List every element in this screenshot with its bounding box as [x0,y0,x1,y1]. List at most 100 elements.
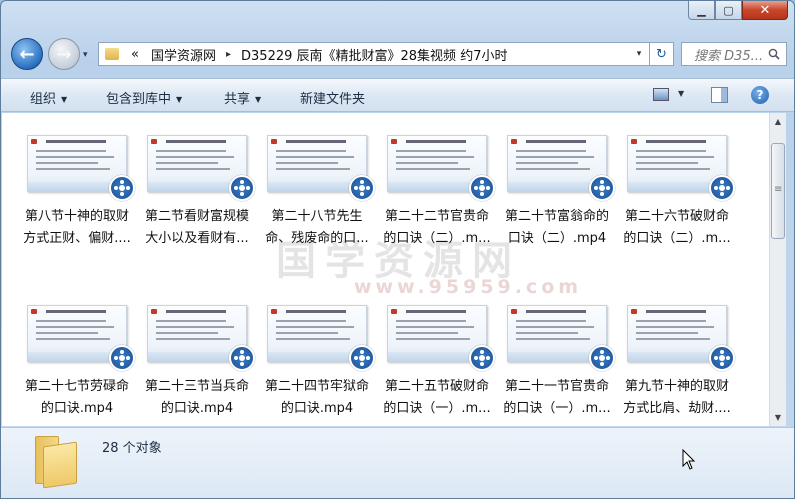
chevron-down-icon: ▼ [176,95,183,104]
file-item[interactable]: 第二十二节官贵命 的口诀（二）.m... [377,125,497,275]
preview-pane-icon[interactable] [711,87,728,103]
film-reel-icon [469,345,495,371]
share-menu[interactable]: 共享 ▼ [224,88,261,107]
film-reel-icon [709,175,735,201]
file-name: 第二十六节破财命 的口诀（二）.m... [617,206,737,250]
file-name-line: 第二十八节先生 [271,209,363,224]
file-item[interactable]: 第二十五节破财命 的口诀（一）.m... [377,295,497,426]
navigation-bar: ← → ▾ « 国学资源网 ▸ D35229 辰南《精批财富》28集视频 约7小… [1,34,794,74]
maximize-button[interactable]: ▢ [715,1,742,20]
file-name-line: 第九节十神的取财 [624,379,729,394]
new-folder-button[interactable]: 新建文件夹 [300,88,365,107]
change-view-icon[interactable] [653,88,669,101]
file-name: 第二节看财富规模 大小以及看财有... [137,206,257,250]
file-name-line: 第二十节富翁命的 [504,209,609,224]
organize-menu[interactable]: 组织 ▼ [30,88,67,107]
file-name-line: 方式比肩、劫财.... [623,401,731,416]
scroll-down-icon[interactable]: ▼ [770,409,786,426]
address-dropdown[interactable]: ▾ [630,43,648,65]
film-reel-icon [589,175,615,201]
file-name-line: 命、残废命的口... [265,231,369,246]
organize-label: 组织 [30,92,57,107]
file-name-line: 方式正财、偏财.... [23,231,131,246]
scroll-thumb[interactable] [771,143,785,239]
file-name-line: 口诀（二）.mp4 [507,231,607,246]
file-item[interactable]: 第二十四节牢狱命 的口诀.mp4 [257,295,377,426]
file-name-line: 的口诀（一）.m... [383,401,491,416]
file-name-line: 第二十七节劳碌命 [24,379,129,394]
film-reel-icon [469,175,495,201]
file-name-line: 第二十六节破财命 [624,209,729,224]
include-in-library-label: 包含到库中 [106,92,172,107]
folder-icon [105,48,119,60]
file-name-line: 第二十三节当兵命 [144,379,249,394]
search-input[interactable]: 搜索 D35... [681,42,787,66]
file-name: 第九节十神的取财 方式比肩、劫财.... [617,376,737,420]
film-reel-icon [709,345,735,371]
file-name-line: 第二十一节官贵命 [504,379,609,394]
film-reel-icon [349,175,375,201]
help-button[interactable]: ? [751,86,769,104]
file-name-line: 第八节十神的取财 [24,209,129,224]
address-bar[interactable]: « 国学资源网 ▸ D35229 辰南《精批财富》28集视频 约7小时 [98,42,650,66]
file-list[interactable]: 国学资源网 www.95959.com 第八节十神的取财 方式正财、偏财.... 第… [2,113,769,426]
file-name: 第二十一节官贵命 的口诀（一）.m... [497,376,617,420]
file-name-line: 第二十二节官贵命 [384,209,489,224]
details-pane: 28 个对象 [1,427,794,498]
search-icon [768,48,780,60]
file-name-line: 的口诀.mp4 [280,401,354,416]
file-name: 第二十四节牢狱命 的口诀.mp4 [257,376,377,420]
file-name: 第二十五节破财命 的口诀（一）.m... [377,376,497,420]
file-name-line: 的口诀（二）.m... [383,231,491,246]
refresh-button[interactable]: ↻ [650,42,674,66]
film-reel-icon [589,345,615,371]
file-name-line: 的口诀（二）.m... [623,231,731,246]
breadcrumb-separator[interactable]: ▸ [222,49,235,60]
file-item[interactable]: 第二十节富翁命的 口诀（二）.mp4 [497,125,617,275]
file-name-line: 的口诀.mp4 [40,401,114,416]
scroll-up-icon[interactable]: ▲ [770,113,786,130]
breadcrumb-item[interactable]: 国学资源网 [145,45,222,64]
close-button[interactable]: ✕ [742,1,788,20]
file-item[interactable]: 第八节十神的取财 方式正财、偏财.... [17,125,137,275]
file-item[interactable]: 第二十七节劳碌命 的口诀.mp4 [17,295,137,426]
file-item[interactable]: 第二十八节先生 命、残废命的口... [257,125,377,275]
film-reel-icon [109,345,135,371]
file-name-line: 第二十五节破财命 [384,379,489,394]
film-reel-icon [229,175,255,201]
folder-icon [35,436,79,489]
breadcrumb-overflow[interactable]: « [125,47,145,62]
breadcrumb-item[interactable]: D35229 辰南《精批财富》28集视频 约7小时 [235,45,513,64]
explorer-window: ▁ ▢ ✕ ← → ▾ « 国学资源网 ▸ D35229 辰南《精批财富》28集… [0,0,795,499]
film-reel-icon [229,345,255,371]
caption-buttons: ▁ ▢ ✕ [688,1,788,20]
file-name: 第二十八节先生 命、残废命的口... [257,206,377,250]
recent-pages-dropdown[interactable]: ▾ [83,50,88,60]
share-label: 共享 [224,92,251,107]
file-item[interactable]: 第二十一节官贵命 的口诀（一）.m... [497,295,617,426]
file-name: 第八节十神的取财 方式正财、偏财.... [17,206,137,250]
include-in-library-menu[interactable]: 包含到库中 ▼ [106,88,182,107]
vertical-scrollbar[interactable]: ▲ ▼ [769,113,786,426]
file-item[interactable]: 第九节十神的取财 方式比肩、劫财.... [617,295,737,426]
search-placeholder: 搜索 D35... [694,48,764,64]
file-name-line: 第二节看财富规模 [144,209,249,224]
file-name-line: 大小以及看财有... [145,231,249,246]
file-name-line: 的口诀.mp4 [160,401,234,416]
minimize-button[interactable]: ▁ [688,1,715,20]
file-item[interactable]: 第二十三节当兵命 的口诀.mp4 [137,295,257,426]
view-dropdown-icon[interactable]: ▼ [678,89,684,98]
film-reel-icon [109,175,135,201]
forward-button[interactable]: → [48,38,80,70]
file-name: 第二十节富翁命的 口诀（二）.mp4 [497,206,617,250]
command-bar: 组织 ▼ 包含到库中 ▼ 共享 ▼ 新建文件夹 ▼ ? [1,78,794,112]
file-name: 第二十二节官贵命 的口诀（二）.m... [377,206,497,250]
chevron-down-icon: ▼ [61,95,68,104]
back-button[interactable]: ← [11,38,43,70]
file-item[interactable]: 第二节看财富规模 大小以及看财有... [137,125,257,275]
file-name-line: 第二十四节牢狱命 [264,379,369,394]
file-item[interactable]: 第二十六节破财命 的口诀（二）.m... [617,125,737,275]
file-name: 第二十三节当兵命 的口诀.mp4 [137,376,257,420]
item-count: 28 个对象 [102,441,162,456]
file-name-line: 的口诀（一）.m... [503,401,611,416]
